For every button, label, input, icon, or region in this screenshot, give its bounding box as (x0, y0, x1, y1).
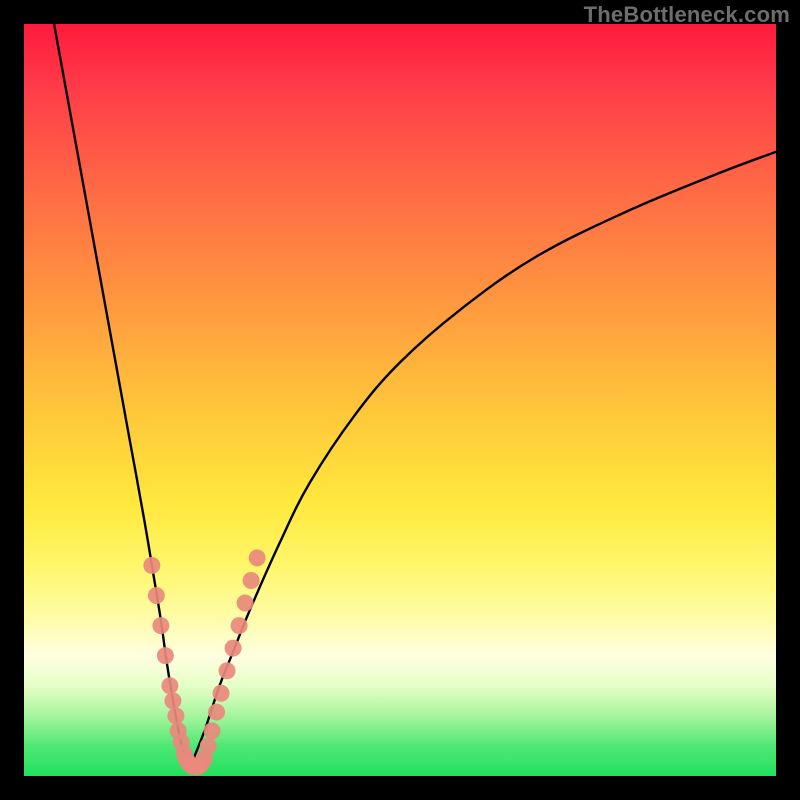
watermark-text: TheBottleneck.com (584, 2, 790, 28)
data-marker (204, 722, 221, 739)
curve-right_branch (189, 152, 776, 769)
data-marker (231, 617, 248, 634)
data-marker (152, 617, 169, 634)
data-marker (243, 572, 260, 589)
data-marker (208, 704, 225, 721)
data-marker (225, 640, 242, 657)
data-marker (157, 647, 174, 664)
data-marker (200, 737, 217, 754)
chart-frame: TheBottleneck.com (0, 0, 800, 800)
data-marker (237, 595, 254, 612)
data-marker (219, 662, 236, 679)
curve-layer (24, 24, 776, 776)
data-marker (164, 692, 181, 709)
data-marker (213, 685, 230, 702)
data-marker (143, 557, 160, 574)
data-marker (161, 677, 178, 694)
data-marker (167, 707, 184, 724)
data-marker (148, 587, 165, 604)
data-marker (249, 549, 266, 566)
